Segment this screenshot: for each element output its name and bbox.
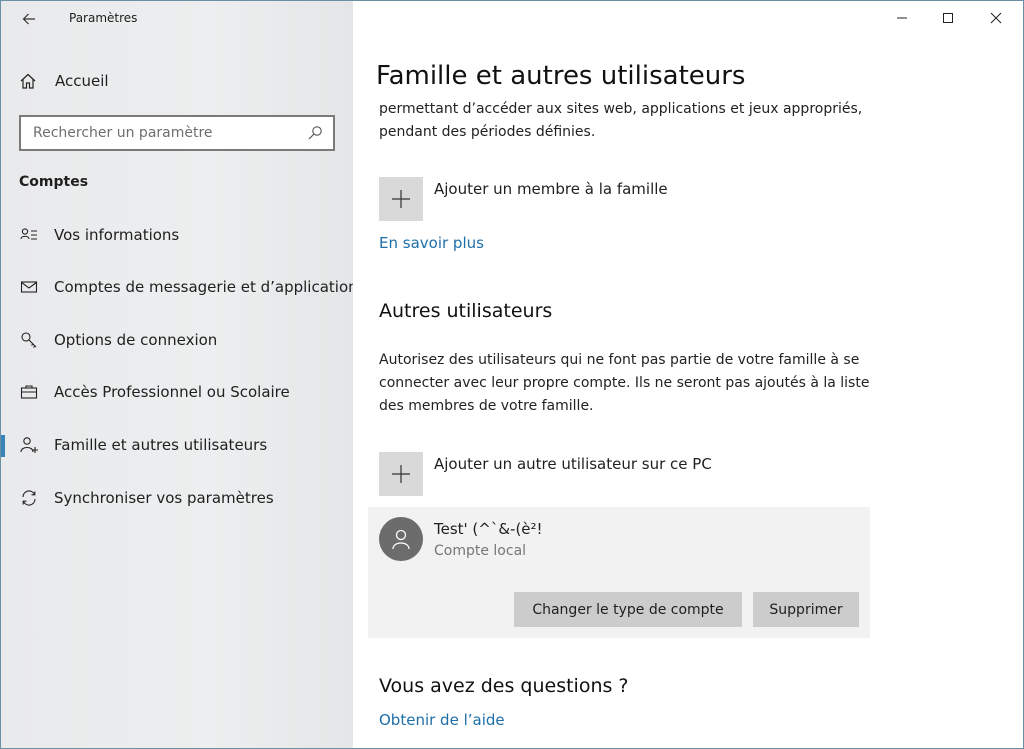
delete-account-button[interactable]: Supprimer <box>753 592 859 627</box>
sidebar-item-sign-in-options[interactable]: Options de connexion <box>1 320 353 360</box>
sync-icon <box>19 488 39 508</box>
minimize-icon <box>897 17 907 19</box>
maximize-icon <box>943 13 953 23</box>
sidebar-item-label: Accès Professionnel ou Scolaire <box>54 383 290 401</box>
page-title: Famille et autres utilisateurs <box>376 61 754 91</box>
other-users-description: Autorisez des utilisateurs qui ne font p… <box>379 352 870 414</box>
plus-icon <box>392 190 410 208</box>
get-help-link[interactable]: Obtenir de l’aide <box>379 711 505 729</box>
sidebar-item-sync[interactable]: Synchroniser vos paramètres <box>1 478 353 518</box>
sidebar: Paramètres Accueil Comptes V <box>1 1 358 748</box>
sidebar-item-label: Famille et autres utilisateurs <box>54 436 268 454</box>
avatar <box>379 517 423 561</box>
learn-more-link[interactable]: En savoir plus <box>379 234 484 252</box>
home-label: Accueil <box>55 72 109 90</box>
sidebar-item-family[interactable]: Famille et autres utilisateurs <box>1 425 353 465</box>
sidebar-item-label: Comptes de messagerie et d’application <box>54 278 358 296</box>
add-family-member-button[interactable]: Ajouter un membre à la famille <box>379 177 668 221</box>
back-arrow-icon <box>22 13 35 25</box>
family-description: permettant d’accéder aux sites web, appl… <box>379 101 863 140</box>
add-other-user-label: Ajouter un autre utilisateur sur ce PC <box>434 455 712 473</box>
add-tile <box>379 177 423 221</box>
maximize-button[interactable] <box>925 1 971 35</box>
main-content: Famille et autres utilisateurs permettan… <box>353 1 1023 748</box>
sidebar-item-work-school[interactable]: Accès Professionnel ou Scolaire <box>1 372 353 412</box>
sidebar-item-email-accounts[interactable]: Comptes de messagerie et d’application <box>1 267 358 307</box>
settings-window: Paramètres Accueil Comptes V <box>0 0 1024 749</box>
search-input[interactable] <box>33 125 307 141</box>
user-name: Test' (^`&-(è²! <box>434 520 543 538</box>
add-other-user-button[interactable]: Ajouter un autre utilisateur sur ce PC <box>379 452 712 496</box>
briefcase-icon <box>19 382 39 402</box>
sidebar-item-label: Synchroniser vos paramètres <box>54 489 274 507</box>
sidebar-item-label: Options de connexion <box>54 331 218 349</box>
close-button[interactable] <box>973 1 1019 35</box>
close-icon <box>990 12 1002 24</box>
sidebar-item-label: Vos informations <box>54 226 180 244</box>
person-add-icon <box>19 435 39 455</box>
search-icon[interactable] <box>307 125 323 141</box>
back-button[interactable] <box>17 7 41 31</box>
user-account-card[interactable]: Test' (^`&-(è²! Compte local Changer le … <box>368 507 870 638</box>
plus-icon <box>392 465 410 483</box>
search-box[interactable] <box>19 115 335 151</box>
minimize-button[interactable] <box>879 1 925 35</box>
home-icon <box>20 73 36 89</box>
key-icon <box>19 330 39 350</box>
other-users-heading: Autres utilisateurs <box>379 300 553 322</box>
add-tile <box>379 452 423 496</box>
user-account-type: Compte local <box>434 543 527 559</box>
person-card-icon <box>19 225 39 245</box>
user-avatar-icon <box>392 529 410 550</box>
sidebar-item-home[interactable]: Accueil <box>19 69 109 93</box>
section-label-accounts: Comptes <box>19 174 89 190</box>
change-account-type-button[interactable]: Changer le type de compte <box>514 592 742 627</box>
questions-heading: Vous avez des questions ? <box>379 675 629 697</box>
mail-icon <box>19 277 39 297</box>
sidebar-item-your-info[interactable]: Vos informations <box>1 215 353 255</box>
window-title: Paramètres <box>69 11 138 25</box>
add-family-member-label: Ajouter un membre à la famille <box>434 180 668 198</box>
